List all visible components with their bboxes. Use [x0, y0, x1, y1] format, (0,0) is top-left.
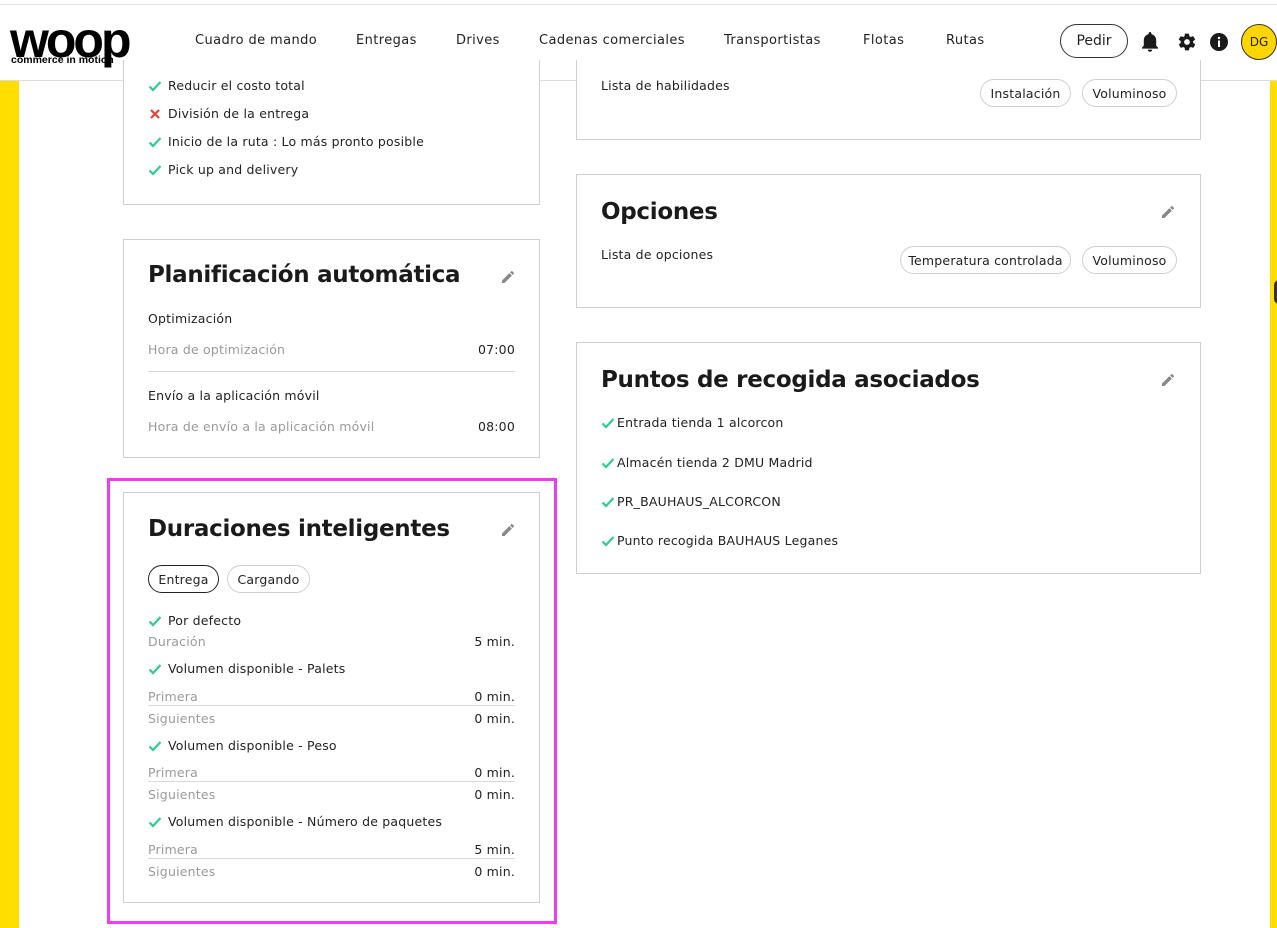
- check-icon: [601, 495, 615, 509]
- pedir-button[interactable]: Pedir: [1060, 24, 1128, 58]
- pickup-point-name: Punto recogida BAUHAUS Leganes: [617, 533, 839, 548]
- strategy-line-label: División de la entrega: [168, 106, 310, 121]
- edit-pencil-icon[interactable]: [500, 522, 516, 538]
- default-duration-label: Por defecto: [148, 613, 241, 628]
- nav-cuadro-de-mando[interactable]: Cuadro de mando: [195, 33, 317, 48]
- strategy-line: Pick up and delivery: [148, 162, 298, 177]
- mobile-send-label: Envío a la aplicación móvil: [148, 388, 320, 403]
- logo-tagline: commerce in motion: [11, 54, 114, 66]
- next-value: 0 min.: [474, 864, 515, 879]
- optimization-time-value: 07:00: [477, 342, 515, 357]
- strategy-line: Reducir el costo total: [148, 78, 305, 93]
- skills-card: Lista de habilidades Instalación Volumin…: [576, 60, 1201, 140]
- first-value: 0 min.: [474, 765, 515, 780]
- check-icon: [148, 79, 162, 93]
- volume-group-label: Volumen disponible - Palets: [148, 661, 345, 676]
- pickup-points-card: Puntos de recogida asociados Entrada tie…: [576, 342, 1201, 574]
- volume-group-text: Volumen disponible - Palets: [168, 661, 346, 676]
- edit-pencil-icon[interactable]: [1160, 204, 1176, 220]
- check-icon: [148, 614, 162, 628]
- nav-rutas[interactable]: Rutas: [946, 33, 985, 48]
- check-icon: [148, 815, 162, 829]
- pickup-point-name: PR_BAUHAUS_ALCORCON: [617, 494, 781, 509]
- divider: [148, 781, 515, 782]
- pickup-point-name: Entrada tienda 1 alcorcon: [617, 415, 784, 430]
- bell-icon[interactable]: [1139, 31, 1161, 53]
- strategy-line-label: Inicio de la ruta : Lo más pronto posibl…: [168, 134, 424, 149]
- volume-group-label: Volumen disponible - Peso: [148, 738, 337, 753]
- first-key: Primera: [148, 689, 198, 704]
- strategy-line: Inicio de la ruta : Lo más pronto posibl…: [148, 134, 424, 149]
- volume-group-text: Volumen disponible - Número de paquetes: [168, 814, 443, 829]
- user-avatar[interactable]: DG: [1241, 24, 1277, 60]
- next-value: 0 min.: [474, 787, 515, 802]
- strategy-line-label: Reducir el costo total: [168, 78, 305, 93]
- next-key: Siguientes: [148, 787, 216, 802]
- smart-durations-title: Duraciones inteligentes: [148, 516, 450, 542]
- next-key: Siguientes: [148, 864, 216, 879]
- nav-cadenas-comerciales[interactable]: Cadenas comerciales: [539, 33, 685, 48]
- divider: [148, 858, 515, 859]
- skill-chip: Voluminoso: [1082, 79, 1177, 107]
- left-accent-bar: [0, 80, 19, 928]
- check-icon: [148, 739, 162, 753]
- strategy-line-label: Pick up and delivery: [168, 162, 299, 177]
- option-chip: Temperatura controlada: [900, 246, 1071, 274]
- check-icon: [601, 456, 615, 470]
- pickup-point-item: PR_BAUHAUS_ALCORCON: [601, 494, 781, 509]
- options-title: Opciones: [601, 199, 718, 225]
- strategy-line: División de la entrega: [148, 106, 309, 121]
- auto-planning-card: Planificación automática Optimización Ho…: [123, 239, 540, 458]
- info-icon[interactable]: [1208, 31, 1230, 53]
- first-key: Primera: [148, 842, 198, 857]
- volume-group-text: Volumen disponible - Peso: [168, 738, 337, 753]
- pickup-point-item: Punto recogida BAUHAUS Leganes: [601, 533, 838, 548]
- divider: [148, 371, 515, 372]
- optimization-label: Optimización: [148, 311, 233, 326]
- right-accent-bar: [1270, 80, 1277, 928]
- tab-cargando[interactable]: Cargando: [227, 565, 310, 593]
- check-icon: [148, 163, 162, 177]
- options-card: Opciones Lista de opciones Temperatura c…: [576, 174, 1201, 308]
- mobile-send-time-key: Hora de envío a la aplicación móvil: [148, 419, 375, 434]
- gear-icon[interactable]: [1176, 31, 1198, 53]
- smart-durations-card: Duraciones inteligentes Entrega Cargando…: [123, 492, 540, 903]
- strategy-card: Reducir el costo total División de la en…: [123, 60, 540, 205]
- check-icon: [148, 135, 162, 149]
- check-icon: [601, 534, 615, 548]
- pickup-point-item: Entrada tienda 1 alcorcon: [601, 415, 784, 430]
- option-chip: Voluminoso: [1082, 246, 1177, 274]
- edit-pencil-icon[interactable]: [500, 269, 516, 285]
- optimization-time-key: Hora de optimización: [148, 342, 286, 357]
- check-icon: [601, 416, 615, 430]
- nav-flotas[interactable]: Flotas: [863, 33, 904, 48]
- duration-value: 5 min.: [474, 634, 515, 649]
- options-list-label: Lista de opciones: [601, 247, 714, 262]
- check-icon: [148, 662, 162, 676]
- pickup-points-title: Puntos de recogida asociados: [601, 367, 980, 393]
- tab-entrega[interactable]: Entrega: [148, 565, 219, 593]
- first-key: Primera: [148, 765, 198, 780]
- first-value: 0 min.: [474, 689, 515, 704]
- skill-chip: Instalación: [980, 79, 1071, 107]
- pickup-point-name: Almacén tienda 2 DMU Madrid: [617, 455, 813, 470]
- pickup-point-item: Almacén tienda 2 DMU Madrid: [601, 455, 813, 470]
- duration-key: Duración: [148, 634, 206, 649]
- edit-pencil-icon[interactable]: [1160, 372, 1176, 388]
- nav-transportistas[interactable]: Transportistas: [724, 33, 821, 66]
- nav-entregas[interactable]: Entregas: [356, 33, 417, 48]
- next-value: 0 min.: [474, 711, 515, 726]
- volume-group-label: Volumen disponible - Número de paquetes: [148, 814, 442, 829]
- divider: [148, 705, 515, 706]
- auto-planning-title: Planificación automática: [148, 262, 461, 288]
- default-duration-text: Por defecto: [168, 613, 242, 628]
- nav-drives[interactable]: Drives: [456, 33, 500, 48]
- mobile-send-time-value: 08:00: [477, 419, 515, 434]
- cross-icon: [148, 107, 162, 121]
- next-key: Siguientes: [148, 711, 216, 726]
- first-value: 5 min.: [474, 842, 515, 857]
- skills-list-label: Lista de habilidades: [601, 78, 730, 93]
